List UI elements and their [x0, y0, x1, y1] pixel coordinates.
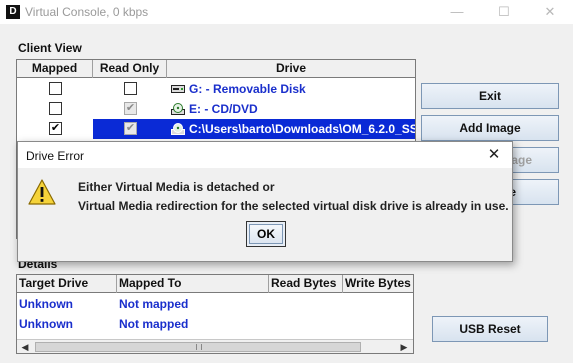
column-header-target-drive[interactable]: Target Drive [17, 275, 117, 293]
column-header-mapped-to[interactable]: Mapped To [117, 275, 269, 293]
client-view-label: Client View [18, 41, 82, 55]
scroll-grip-icon [196, 344, 202, 350]
read-only-checkbox[interactable]: ✔ [124, 122, 137, 135]
column-header-read-bytes[interactable]: Read Bytes [269, 275, 343, 293]
drive-label: C:\Users\barto\Downloads\OM_6.2.0_SS [189, 122, 415, 136]
scroll-left-icon[interactable]: ◀ [18, 341, 32, 353]
details-horizontal-scrollbar[interactable]: ◀ ▶ [17, 339, 413, 353]
details-table: Target Drive Mapped To Read Bytes Write … [16, 274, 414, 354]
window-close-button[interactable]: ✕ [527, 0, 573, 24]
target-drive-cell: Unknown [19, 317, 73, 331]
mapped-checkbox[interactable]: ✔ [49, 122, 62, 135]
column-header-write-bytes[interactable]: Write Bytes [343, 275, 413, 293]
dialog-message-line-2: Virtual Media redirection for the select… [78, 199, 509, 213]
mapped-to-cell: Not mapped [119, 297, 189, 311]
client-row-image[interactable]: ✔ ✔ C:\Users\barto\Downloads\OM_6.2.0_SS [17, 119, 415, 139]
ok-button[interactable]: OK [246, 221, 286, 247]
warning-icon [28, 179, 56, 205]
dialog-title: Drive Error [26, 149, 85, 163]
column-header-mapped[interactable]: Mapped [17, 60, 93, 78]
drive-label: E: - CD/DVD [189, 102, 258, 116]
mapped-checkbox[interactable] [49, 82, 62, 95]
dialog-titlebar: Drive Error ✕ [18, 142, 512, 168]
details-header: Target Drive Mapped To Read Bytes Write … [17, 275, 413, 293]
add-image-button[interactable]: Add Image [421, 115, 559, 141]
drive-error-dialog: Drive Error ✕ Either Virtual Media is de… [17, 141, 513, 262]
read-only-checkbox[interactable] [124, 82, 137, 95]
scroll-thumb[interactable] [35, 342, 361, 352]
column-header-drive[interactable]: Drive [167, 60, 415, 78]
maximize-button[interactable]: ☐ [481, 0, 527, 24]
window-title: Virtual Console, 0 kbps [25, 5, 149, 19]
mapped-checkbox[interactable] [49, 102, 62, 115]
disk-image-icon [171, 123, 185, 135]
app-icon: D [6, 5, 20, 19]
window-titlebar: D Virtual Console, 0 kbps — ☐ ✕ [0, 0, 573, 24]
drive-cell[interactable]: C:\Users\barto\Downloads\OM_6.2.0_SS [167, 119, 415, 139]
exit-button[interactable]: Exit [421, 83, 559, 109]
client-row-g[interactable]: G: - Removable Disk [17, 79, 415, 99]
dialog-message-line-1: Either Virtual Media is detached or [78, 180, 275, 194]
usb-reset-button[interactable]: USB Reset [432, 316, 548, 342]
scroll-right-icon[interactable]: ▶ [397, 341, 411, 353]
column-header-read-only[interactable]: Read Only [93, 60, 167, 78]
dialog-close-button[interactable]: ✕ [476, 142, 512, 168]
minimize-button[interactable]: — [434, 0, 480, 24]
target-drive-cell: Unknown [19, 297, 73, 311]
read-only-checkbox[interactable]: ✔ [124, 102, 137, 115]
cd-dvd-icon [171, 103, 185, 115]
mapped-to-cell: Not mapped [119, 317, 189, 331]
drive-cell[interactable]: E: - CD/DVD [167, 99, 415, 119]
ok-button-label: OK [249, 224, 283, 244]
client-view-header: Mapped Read Only Drive [17, 60, 415, 78]
drive-label: G: - Removable Disk [189, 82, 306, 96]
removable-disk-icon [171, 85, 185, 93]
client-row-e[interactable]: ✔ E: - CD/DVD [17, 99, 415, 119]
drive-cell[interactable]: G: - Removable Disk [167, 79, 415, 99]
